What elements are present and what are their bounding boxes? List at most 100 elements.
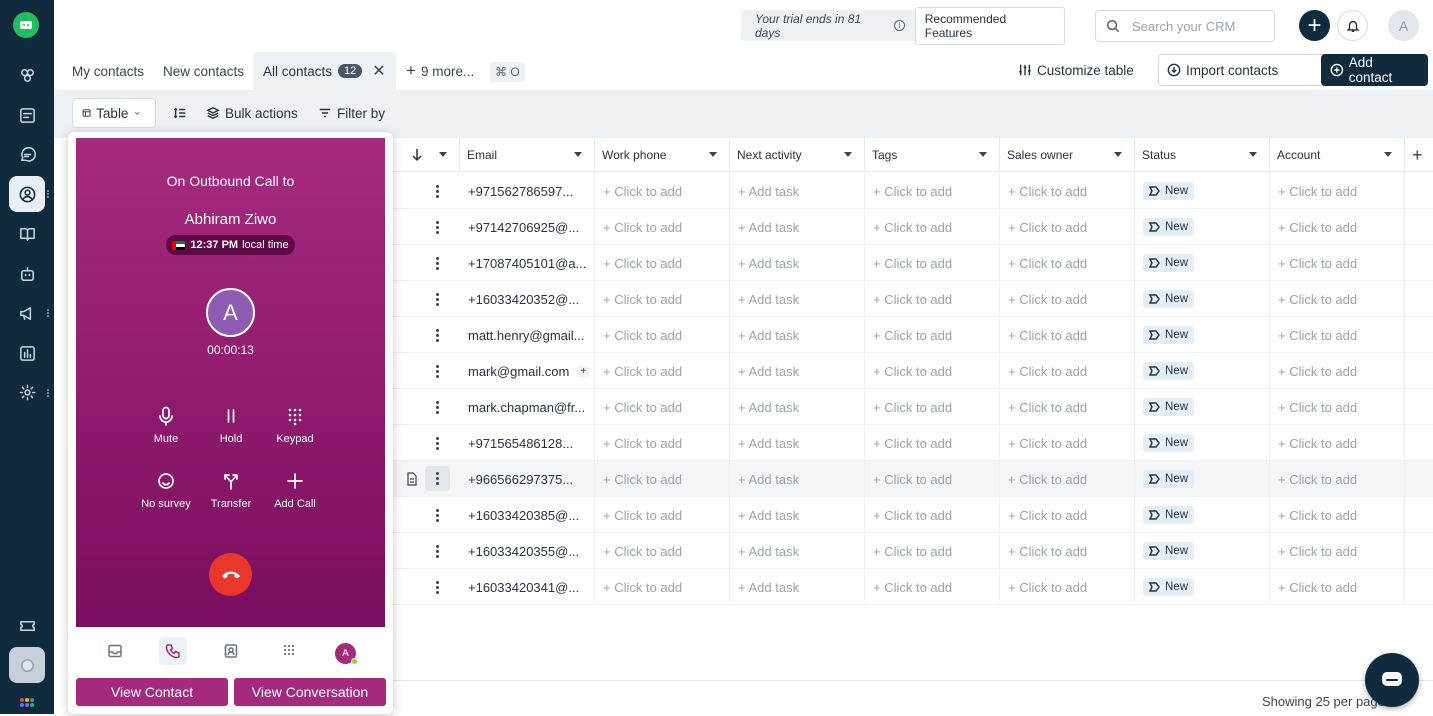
- table-row[interactable]: +16033420355@... + Click to add + Add task…: [393, 533, 1433, 569]
- chat-widget-button[interactable]: [1365, 653, 1419, 707]
- recommended-features-button[interactable]: Recommended Features: [914, 6, 1065, 45]
- sort-header-cell[interactable]: [393, 138, 460, 172]
- cell-status[interactable]: New: [1135, 497, 1270, 533]
- status-badge[interactable]: New: [1143, 398, 1195, 416]
- cell-tags[interactable]: + Click to add: [865, 569, 1000, 605]
- table-row[interactable]: +17087405101@a... + Click to add + Add tas…: [393, 245, 1433, 281]
- row-actions-icon[interactable]: [429, 183, 445, 199]
- agent-avatar[interactable]: A: [335, 643, 358, 665]
- info-icon[interactable]: i: [893, 20, 905, 31]
- cell-email[interactable]: +971562786597...: [460, 173, 595, 209]
- sidebar-contacts-more-icon[interactable]: [47, 189, 50, 199]
- sidebar-item-knowledge[interactable]: [9, 216, 45, 252]
- dialer-nav-contacts[interactable]: [217, 637, 245, 665]
- row-density-button[interactable]: [173, 98, 192, 128]
- cell-next-activity[interactable]: + Add task: [730, 209, 865, 245]
- view-contact-button[interactable]: View Contact: [76, 678, 228, 706]
- tab-new-contacts[interactable]: New contacts: [163, 52, 244, 90]
- cell-work-phone[interactable]: + Click to add: [595, 497, 730, 533]
- cell-account[interactable]: + Click to add: [1270, 461, 1405, 497]
- cell-tags[interactable]: + Click to add: [865, 317, 1000, 353]
- filter-by-button[interactable]: Filter by: [318, 98, 385, 128]
- cell-email[interactable]: +97142706925@...: [460, 209, 595, 245]
- cell-tags[interactable]: + Click to add: [865, 209, 1000, 245]
- cell-next-activity[interactable]: + Add task: [730, 353, 865, 389]
- app-logo-icon[interactable]: [13, 12, 39, 38]
- caret-down-icon[interactable]: [709, 152, 717, 157]
- more-tag-icon[interactable]: +: [577, 365, 590, 377]
- cell-tags[interactable]: + Click to add: [865, 281, 1000, 317]
- customize-table-button[interactable]: Customize table: [1018, 54, 1134, 86]
- status-badge[interactable]: New: [1143, 182, 1195, 200]
- document-icon[interactable]: [406, 472, 418, 489]
- status-badge[interactable]: New: [1143, 218, 1195, 236]
- cell-status[interactable]: New: [1135, 425, 1270, 461]
- cell-tags[interactable]: + Click to add: [865, 425, 1000, 461]
- table-row[interactable]: +16033420341@... + Click to add + Add task…: [393, 569, 1433, 605]
- cell-work-phone[interactable]: + Click to add: [595, 569, 730, 605]
- cell-next-activity[interactable]: + Add task: [730, 497, 865, 533]
- caret-down-icon[interactable]: [844, 152, 852, 157]
- cell-sales-owner[interactable]: + Click to add: [1000, 425, 1135, 461]
- cell-sales-owner[interactable]: + Click to add: [1000, 389, 1135, 425]
- cell-work-phone[interactable]: + Click to add: [595, 281, 730, 317]
- cell-email[interactable]: +971565486128...: [460, 425, 595, 461]
- sidebar-item-dashboard[interactable]: [9, 97, 45, 133]
- cell-account[interactable]: + Click to add: [1270, 425, 1405, 461]
- column-header-status[interactable]: Status: [1135, 138, 1270, 172]
- cell-next-activity[interactable]: + Add task: [730, 281, 865, 317]
- caret-down-icon[interactable]: [1384, 152, 1392, 157]
- sidebar-item-campaigns[interactable]: [9, 295, 45, 331]
- row-actions-icon[interactable]: [429, 579, 445, 595]
- cell-email[interactable]: +16033420341@...: [460, 569, 595, 605]
- no-survey-button[interactable]: No survey: [131, 471, 201, 510]
- sidebar-item-conversations[interactable]: [9, 137, 45, 173]
- cell-status[interactable]: New: [1135, 389, 1270, 425]
- cell-work-phone[interactable]: + Click to add: [595, 461, 730, 497]
- table-row[interactable]: +16033420352@... + Click to add + Add task…: [393, 281, 1433, 317]
- row-actions-icon[interactable]: [425, 466, 450, 491]
- row-actions-icon[interactable]: [429, 399, 445, 415]
- cell-next-activity[interactable]: + Add task: [730, 317, 865, 353]
- cell-work-phone[interactable]: + Click to add: [595, 245, 730, 281]
- table-row[interactable]: +97142706925@... + Click to add + Add task…: [393, 209, 1433, 245]
- cell-work-phone[interactable]: + Click to add: [595, 173, 730, 209]
- cell-tags[interactable]: + Click to add: [865, 353, 1000, 389]
- dialer-nav-phone[interactable]: [159, 637, 187, 665]
- sidebar-campaigns-more-icon[interactable]: [47, 308, 50, 318]
- cell-sales-owner[interactable]: + Click to add: [1000, 533, 1135, 569]
- table-row[interactable]: mark.chapman@fr... + Click to add + Add ta…: [393, 389, 1433, 425]
- column-header-email[interactable]: Email: [460, 138, 595, 172]
- tab-all-contacts[interactable]: All contacts 12 ✕: [253, 52, 396, 90]
- column-header-work-phone[interactable]: Work phone: [595, 138, 730, 172]
- table-row[interactable]: +966566297375... + Click to add + Add task…: [393, 461, 1433, 497]
- status-badge[interactable]: New: [1143, 434, 1195, 452]
- caret-down-icon[interactable]: [1249, 152, 1257, 157]
- cell-email[interactable]: mark@gmail.com +: [460, 353, 595, 389]
- status-badge[interactable]: New: [1143, 254, 1195, 272]
- cell-email[interactable]: +16033420352@...: [460, 281, 595, 317]
- transfer-button[interactable]: Transfer: [196, 471, 266, 510]
- cell-email[interactable]: +16033420385@...: [460, 497, 595, 533]
- cell-account[interactable]: + Click to add: [1270, 389, 1405, 425]
- column-header-tags[interactable]: Tags: [865, 138, 1000, 172]
- cell-tags[interactable]: + Click to add: [865, 389, 1000, 425]
- cell-email[interactable]: matt.henry@gmail...: [460, 317, 595, 353]
- cell-account[interactable]: + Click to add: [1270, 533, 1405, 569]
- cell-next-activity[interactable]: + Add task: [730, 245, 865, 281]
- hold-button[interactable]: Hold: [196, 406, 266, 445]
- cell-sales-owner[interactable]: + Click to add: [1000, 317, 1135, 353]
- cell-sales-owner[interactable]: + Click to add: [1000, 353, 1135, 389]
- cell-work-phone[interactable]: + Click to add: [595, 209, 730, 245]
- cell-account[interactable]: + Click to add: [1270, 173, 1405, 209]
- row-actions-icon[interactable]: [429, 363, 445, 379]
- view-conversation-button[interactable]: View Conversation: [234, 678, 386, 706]
- cell-status[interactable]: New: [1135, 245, 1270, 281]
- cell-account[interactable]: + Click to add: [1270, 281, 1405, 317]
- cell-next-activity[interactable]: + Add task: [730, 389, 865, 425]
- caret-down-icon[interactable]: [1114, 152, 1122, 157]
- cell-status[interactable]: New: [1135, 569, 1270, 605]
- row-actions-icon[interactable]: [429, 219, 445, 235]
- cell-status[interactable]: New: [1135, 281, 1270, 317]
- cell-account[interactable]: + Click to add: [1270, 209, 1405, 245]
